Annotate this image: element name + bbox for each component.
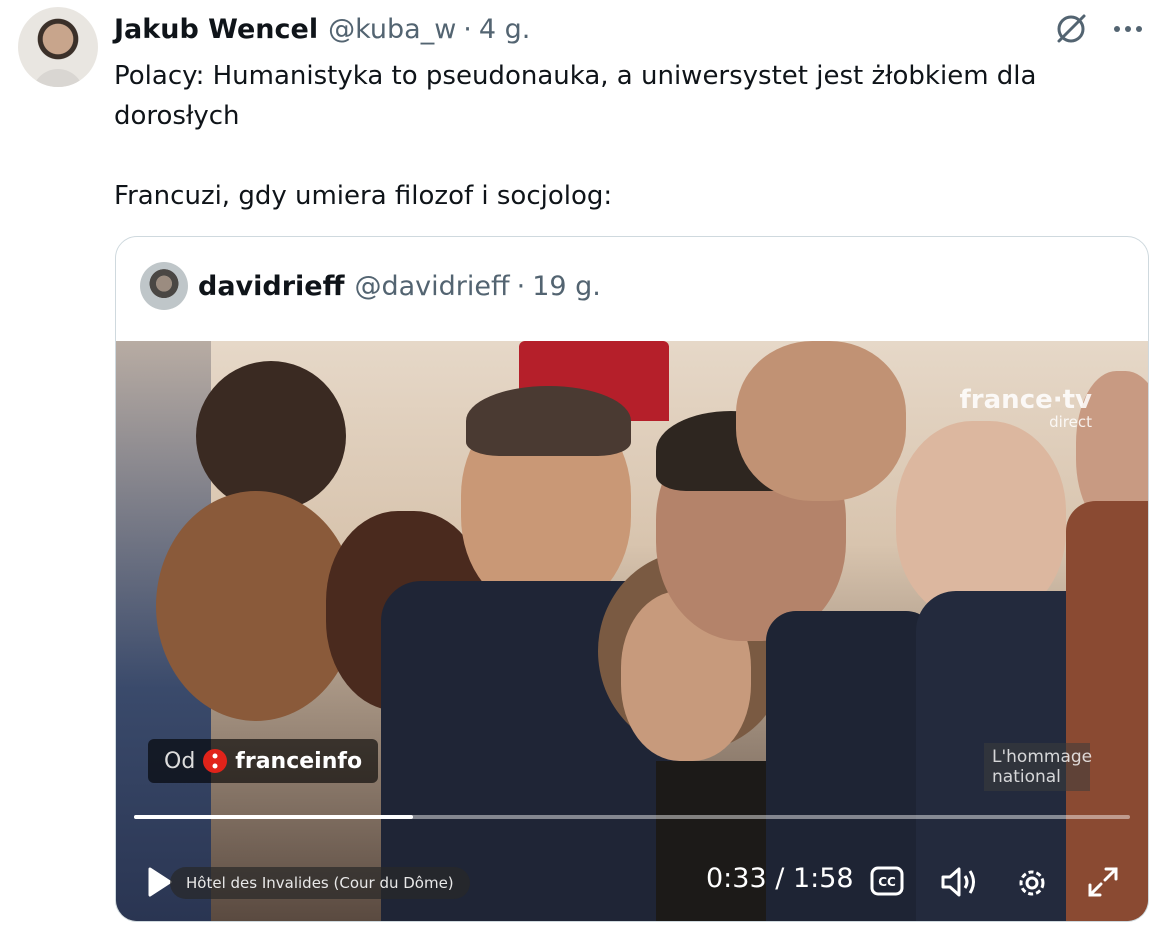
more-icon[interactable] (1113, 24, 1143, 34)
grok-icon[interactable] (1053, 11, 1089, 47)
location-chyron: Hôtel des Invalides (Cour du Dôme) (170, 867, 470, 899)
captions-icon[interactable]: CC (870, 865, 904, 901)
timecode: 0:33 / 1:58 (706, 863, 854, 894)
tweet-actions (1053, 11, 1143, 47)
tweet-time[interactable]: 4 g. (479, 14, 530, 45)
settings-icon[interactable] (1014, 865, 1050, 905)
quoted-separator: · (516, 270, 526, 302)
author-handle[interactable]: @kuba_w (328, 14, 456, 45)
video-player[interactable]: france·tv direct L'hommage national Od f… (116, 341, 1148, 921)
tweet-header: Jakub Wencel @kuba_w · 4 g. (114, 9, 530, 49)
quoted-time[interactable]: 19 g. (532, 271, 601, 302)
progress-bar[interactable] (134, 815, 1130, 819)
fullscreen-icon[interactable] (1086, 865, 1120, 903)
duration: 1:58 (792, 863, 854, 894)
tweet-text: Polacy: Humanistyka to pseudonauka, a un… (114, 56, 1114, 216)
quoted-author-name[interactable]: davidrieff (198, 271, 344, 302)
tweet-paragraph-1: Polacy: Humanistyka to pseudonauka, a un… (114, 61, 1037, 131)
source-badge[interactable]: Od franceinfo (148, 739, 379, 783)
current-time: 0:33 (706, 863, 767, 894)
tweet-paragraph-2: Francuzi, gdy umiera filozof i socjolog: (114, 181, 613, 211)
quoted-header: davidrieff @davidrieff · 19 g. (140, 261, 601, 311)
quoted-author-handle[interactable]: @davidrieff (354, 271, 509, 302)
channel-watermark: france·tv direct (960, 385, 1093, 431)
volume-icon[interactable] (940, 865, 980, 903)
author-name[interactable]: Jakub Wencel (114, 14, 318, 45)
franceinfo-logo-icon (203, 749, 228, 773)
corner-caption: L'hommage national (984, 743, 1092, 791)
progress-fill (134, 815, 413, 819)
author-avatar[interactable] (18, 7, 98, 87)
separator: · (463, 13, 472, 45)
quoted-tweet[interactable]: davidrieff @davidrieff · 19 g. france·tv… (115, 236, 1149, 922)
video-controls: Hôtel des Invalides (Cour du Dôme) 0:33 … (116, 847, 1148, 921)
source-name: franceinfo (235, 748, 363, 774)
watermark-sub: direct (1049, 413, 1092, 431)
source-prefix: Od (164, 748, 196, 774)
quoted-avatar[interactable] (140, 262, 188, 310)
watermark-text: france·tv (959, 385, 1093, 415)
svg-text:CC: CC (878, 875, 896, 889)
time-separator: / (775, 863, 785, 894)
